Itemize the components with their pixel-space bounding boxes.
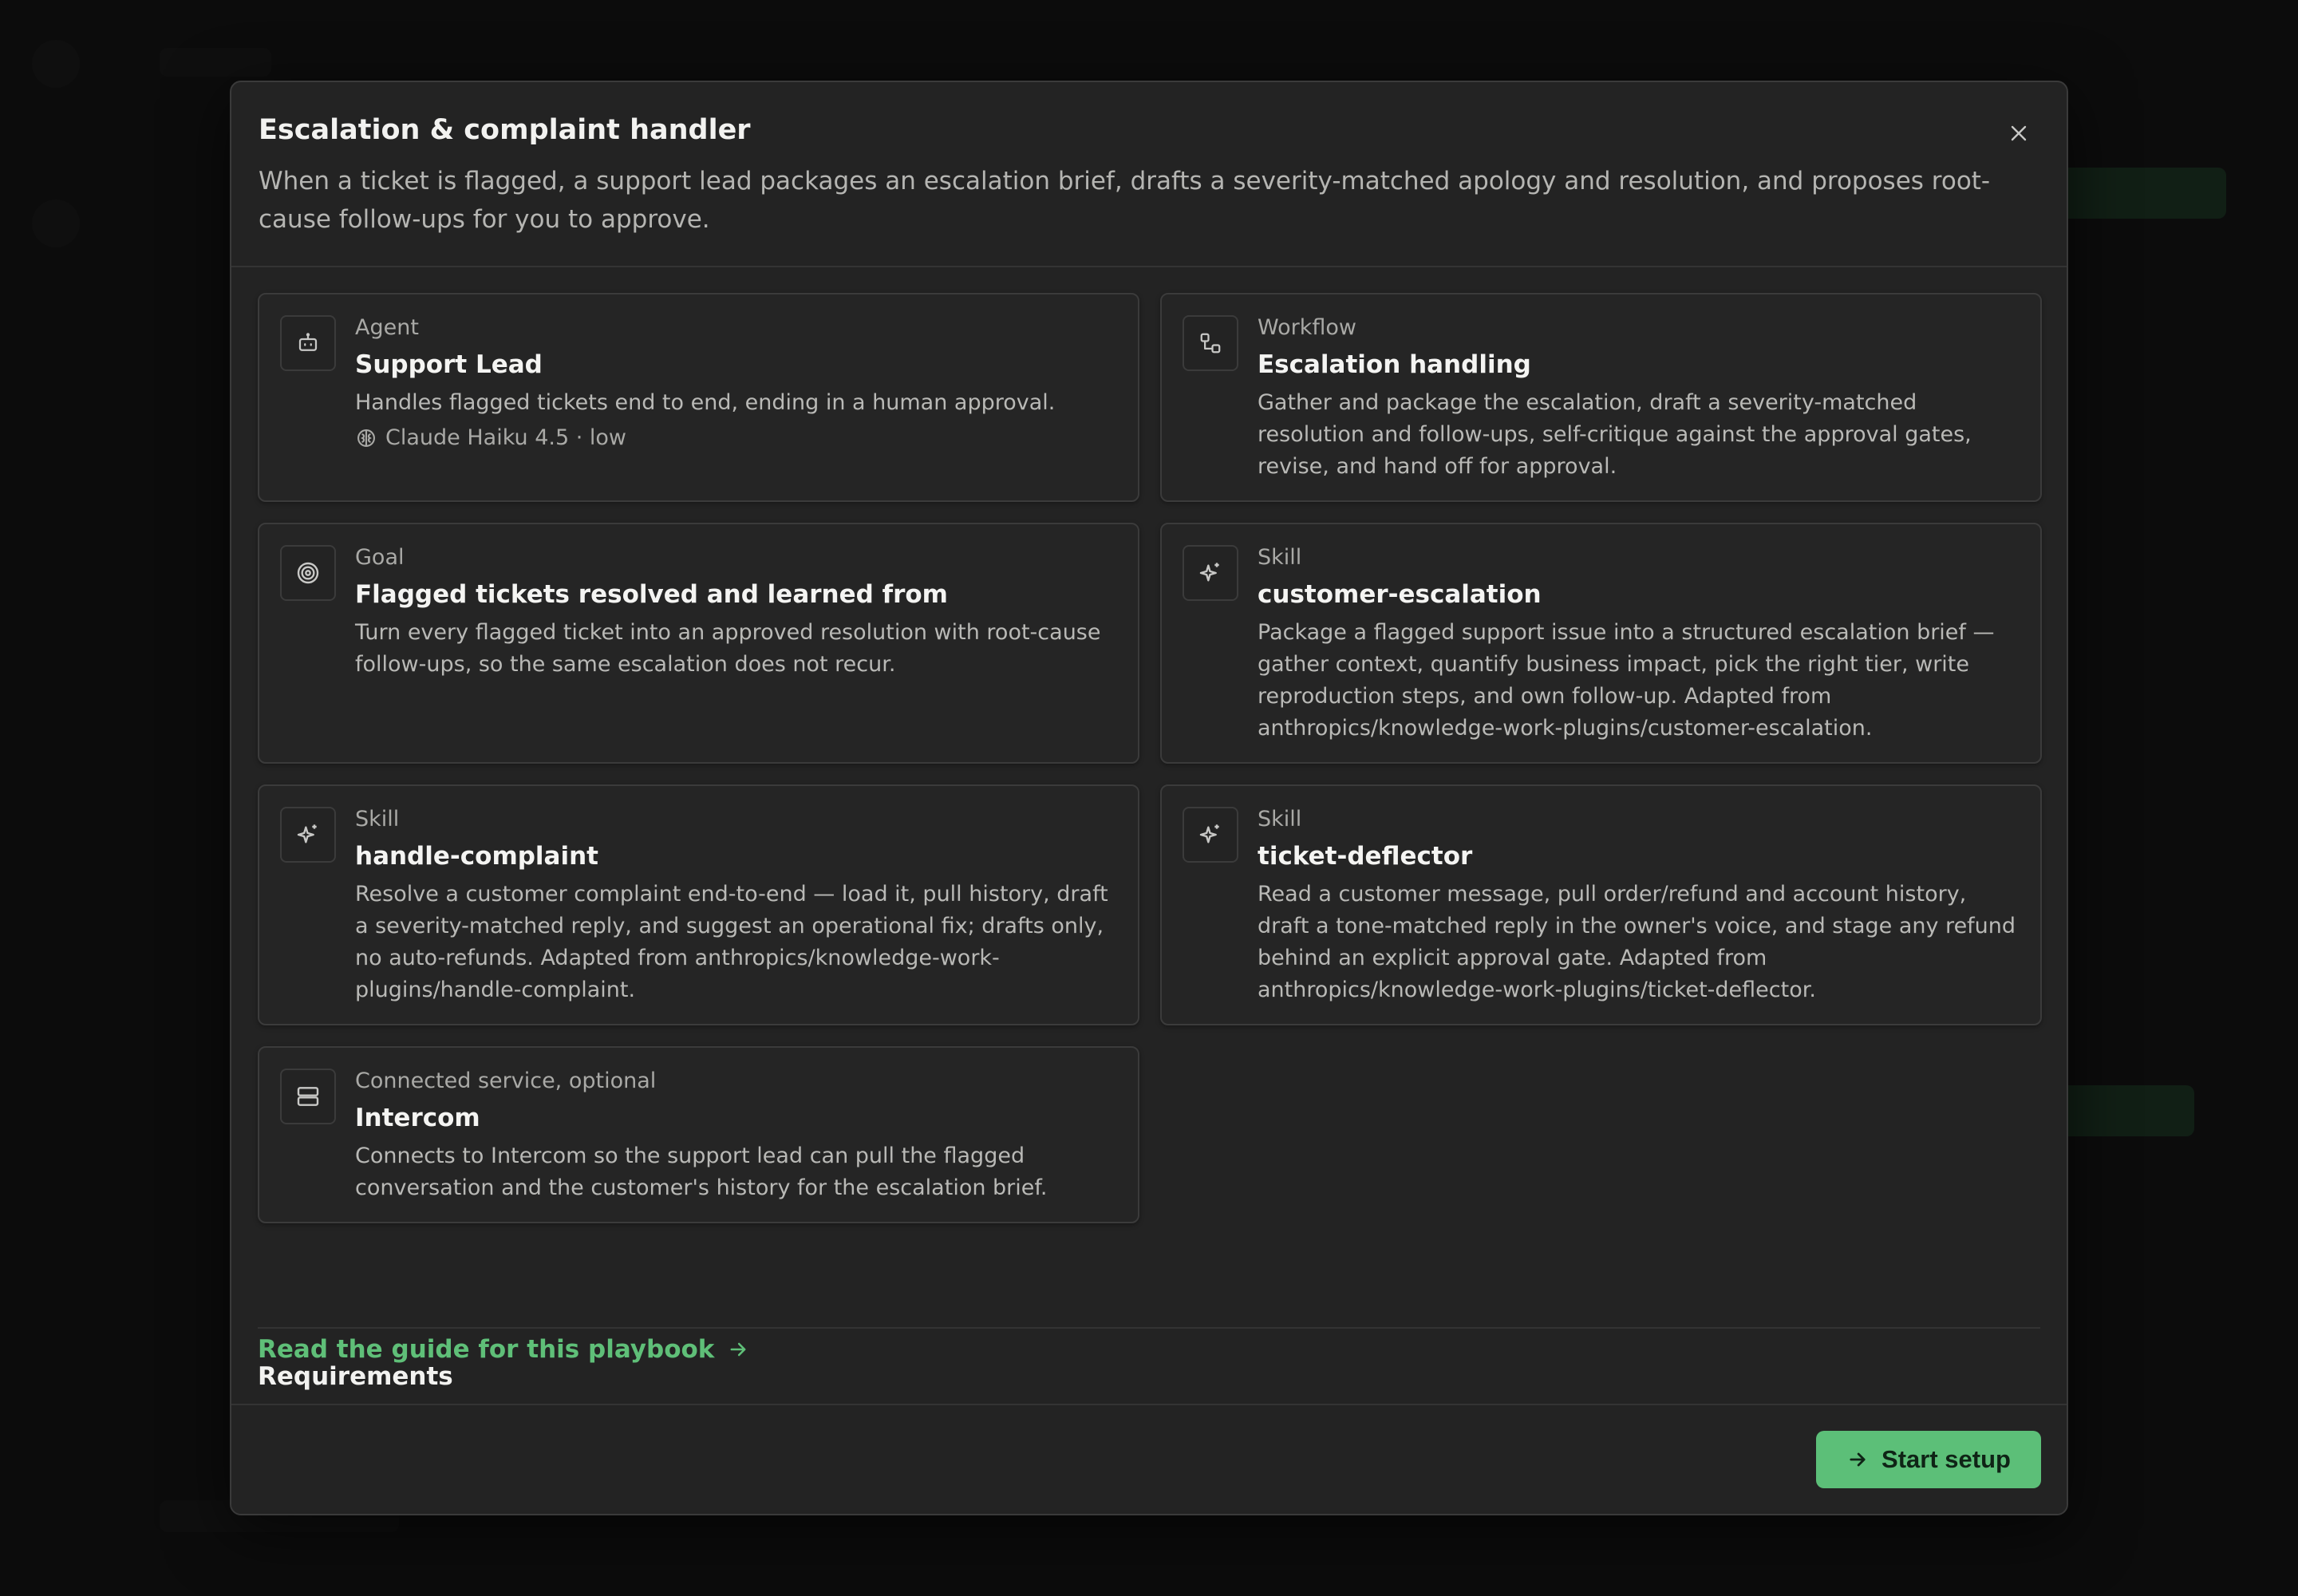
model-label: Claude Haiku 4.5 · low <box>385 425 626 450</box>
section-divider <box>258 1327 2040 1329</box>
card-name: Support Lead <box>355 350 543 379</box>
card-name: handle-complaint <box>355 842 598 871</box>
card-name: ticket-deflector <box>1258 842 1473 871</box>
card-kind: Skill <box>1258 807 1302 832</box>
card-kind: Connected service, optional <box>355 1069 657 1093</box>
card-goal[interactable]: Goal Flagged tickets resolved and learne… <box>258 523 1139 764</box>
server-icon <box>280 1069 336 1124</box>
close-icon <box>2011 125 2027 141</box>
guide-link-label: Read the guide for this playbook <box>258 1335 715 1364</box>
card-text: Turn every flagged ticket into an approv… <box>355 620 1101 677</box>
card-connected-service-intercom[interactable]: Connected service, optional Intercom Con… <box>258 1046 1139 1223</box>
brain-icon <box>357 429 375 447</box>
arrow-right-icon <box>730 1342 746 1357</box>
modal-title: Escalation & complaint handler <box>259 114 751 146</box>
card-name: Intercom <box>355 1104 480 1132</box>
card-text: Read a customer message, pull order/refu… <box>1258 882 2016 1002</box>
card-kind: Skill <box>355 807 400 832</box>
robot-icon <box>280 315 336 371</box>
card-name: customer-escalation <box>1258 580 1542 609</box>
target-icon <box>280 545 336 601</box>
card-name: Flagged tickets resolved and learned fro… <box>355 580 948 609</box>
card-skill-customer-escalation[interactable]: Skill customer-escalation Package a flag… <box>1160 523 2042 764</box>
card-text: Connects to Intercom so the support lead… <box>355 1144 1048 1200</box>
card-kind: Agent <box>355 315 419 340</box>
card-text: Resolve a customer complaint end-to-end … <box>355 882 1108 1002</box>
card-kind: Workflow <box>1258 315 1356 340</box>
card-text: Gather and package the escalation, draft… <box>1258 390 1972 479</box>
modal-footer: Start setup <box>231 1404 2067 1514</box>
card-workflow[interactable]: Workflow Escalation handling Gather and … <box>1160 293 2042 502</box>
card-skill-ticket-deflector[interactable]: Skill ticket-deflector Read a customer m… <box>1160 784 2042 1025</box>
card-name: Escalation handling <box>1258 350 1531 379</box>
card-agent[interactable]: Agent Support Lead Handles flagged ticke… <box>258 293 1139 502</box>
sparkle-icon <box>1183 807 1238 863</box>
requirements-title: Requirements <box>258 1362 453 1391</box>
modal-body: Agent Support Lead Handles flagged ticke… <box>231 269 2067 1407</box>
sparkle-icon <box>280 807 336 863</box>
sparkle-icon <box>1183 545 1238 601</box>
arrow-right-icon <box>1850 1452 1866 1467</box>
workflow-icon <box>1183 315 1238 371</box>
card-skill-handle-complaint[interactable]: Skill handle-complaint Resolve a custome… <box>258 784 1139 1025</box>
card-kind: Skill <box>1258 545 1302 570</box>
start-setup-button[interactable]: Start setup <box>1816 1431 2041 1488</box>
start-setup-label: Start setup <box>1881 1445 2011 1473</box>
modal-description: When a ticket is flagged, a support lead… <box>259 167 1991 234</box>
card-kind: Goal <box>355 545 405 570</box>
card-text: Handles flagged tickets end to end, endi… <box>355 390 1056 415</box>
close-button[interactable] <box>2003 117 2035 149</box>
card-text: Package a flagged support issue into a s… <box>1258 620 1995 741</box>
playbook-modal: Escalation & complaint handler When a ti… <box>230 81 2068 1515</box>
modal-header: Escalation & complaint handler When a ti… <box>231 82 2067 267</box>
playbook-guide-link[interactable]: Read the guide for this playbook <box>258 1335 749 1364</box>
model-info: Claude Haiku 4.5 · low <box>355 425 626 450</box>
